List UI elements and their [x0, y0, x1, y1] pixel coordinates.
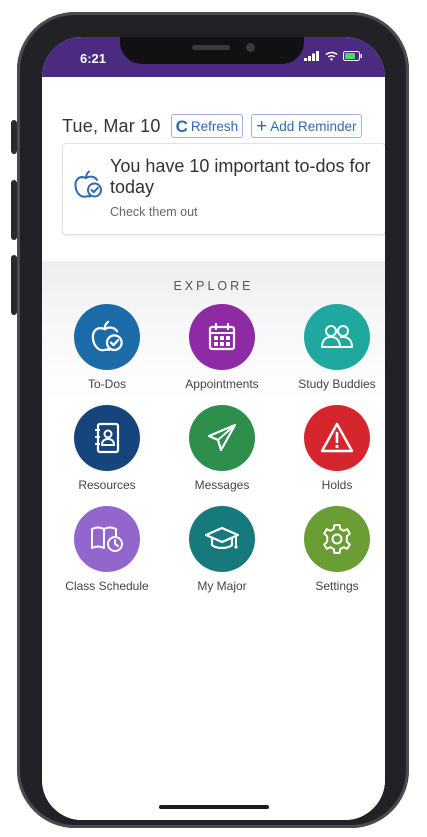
tile-label: Resources [78, 478, 136, 492]
date-row: Tue, Mar 10 C Refresh + Add Reminder [62, 114, 362, 138]
tile-icon-circle [304, 304, 370, 370]
speaker-grille [192, 45, 230, 50]
address-book-icon [95, 422, 120, 454]
todo-summary-title: You have 10 important to-dos for today [110, 156, 371, 197]
tile-icon-circle [189, 304, 255, 370]
volume-down-button [11, 255, 17, 315]
tile-label: Class Schedule [65, 579, 149, 593]
refresh-icon: C [175, 116, 188, 136]
tile-icon-circle [74, 506, 140, 572]
tile-label: My Major [197, 579, 247, 593]
explore-heading: EXPLORE [173, 279, 254, 293]
tile-icon-circle [74, 304, 140, 370]
people-icon [321, 325, 353, 348]
add-reminder-label: Add Reminder [270, 118, 357, 134]
battery-icon [343, 51, 362, 61]
tile-label: To-Dos [87, 377, 126, 391]
notch [120, 37, 304, 64]
tile-icon-circle [304, 405, 370, 471]
tile-label: Settings [315, 579, 359, 593]
tile-appointments[interactable]: Appointments [167, 304, 277, 391]
home-indicator[interactable] [159, 805, 269, 809]
todo-summary-subtitle: Check them out [110, 205, 198, 219]
gear-icon [323, 524, 351, 554]
tile-my-major[interactable]: My Major [167, 506, 277, 593]
refresh-button[interactable]: C Refresh [170, 114, 244, 138]
paper-plane-icon [207, 423, 237, 452]
todo-summary-card[interactable]: You have 10 important to-dos for today C… [62, 143, 385, 235]
graduation-cap-icon [204, 526, 240, 550]
status-time: 6:21 [80, 51, 107, 66]
add-reminder-button[interactable]: + Add Reminder [251, 114, 362, 138]
status-icons [304, 51, 363, 61]
current-date: Tue, Mar 10 [62, 115, 161, 136]
tile-label: Appointments [185, 377, 259, 391]
apple-check-icon [91, 320, 123, 352]
calendar-icon [208, 322, 236, 351]
front-camera [246, 43, 255, 52]
tile-label: Study Buddies [298, 377, 376, 391]
refresh-label: Refresh [190, 118, 239, 134]
app-screen: 6:21 Tue, Mar 10 C Refresh + Add Reminde… [42, 37, 385, 820]
mute-switch [11, 120, 17, 154]
tile-messages[interactable]: Messages [167, 405, 277, 492]
tile-settings[interactable]: Settings [282, 506, 385, 593]
wifi-icon [325, 51, 338, 61]
book-clock-icon [91, 526, 123, 552]
tile-label: Messages [194, 478, 250, 492]
apple-check-icon [74, 170, 102, 198]
tile-icon-circle [189, 405, 255, 471]
tile-class-schedule[interactable]: Class Schedule [52, 506, 162, 593]
signal-icon [304, 51, 319, 61]
tile-to-dos[interactable]: To-Dos [52, 304, 162, 391]
tile-icon-circle [304, 506, 370, 572]
tile-study-buddies[interactable]: Study Buddies [282, 304, 385, 391]
plus-icon: + [256, 115, 268, 137]
tile-label: Holds [321, 478, 353, 492]
tile-icon-circle [189, 506, 255, 572]
tile-resources[interactable]: Resources [52, 405, 162, 492]
tile-holds[interactable]: Holds [282, 405, 385, 492]
volume-up-button [11, 180, 17, 240]
tile-icon-circle [74, 405, 140, 471]
warning-icon [320, 422, 354, 453]
